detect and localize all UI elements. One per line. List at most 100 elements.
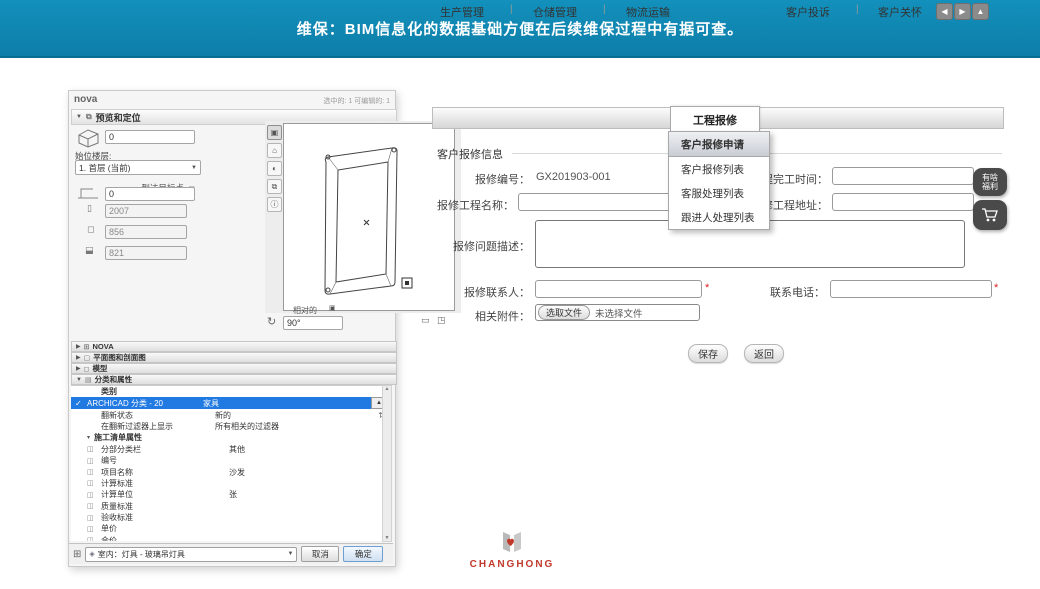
view-3d-icon[interactable]: ◐	[267, 161, 282, 176]
view-info-icon[interactable]: ⓘ	[267, 197, 282, 212]
preview-canvas[interactable]	[283, 123, 455, 311]
nova-icon: ⊞	[84, 343, 90, 351]
classification-name: ARCHICAD 分类 - 20	[87, 398, 203, 409]
view-2d-symbol-icon[interactable]: ▣	[267, 125, 282, 140]
property-row[interactable]: ◫ 编号	[71, 455, 391, 466]
offset-top-value: 0	[109, 132, 114, 142]
nav-back-icon[interactable]: ◀	[936, 3, 953, 20]
choose-file-label: 选取文件	[546, 306, 582, 319]
chevron-right-icon: ▶	[76, 354, 81, 361]
nav-forward-icon[interactable]: ▶	[954, 3, 971, 20]
finish-time-input[interactable]	[832, 167, 974, 185]
property-icon: ◫	[87, 479, 101, 487]
promo-badge[interactable]: 有啥 福利	[973, 168, 1007, 196]
property-row[interactable]: ◫ 验收标准	[71, 512, 391, 523]
layer-select[interactable]: ◈ 室内：灯具 - 玻璃吊灯具 ▼	[85, 547, 297, 562]
contact-input[interactable]	[535, 280, 702, 298]
property-label: 验收标准	[101, 512, 229, 523]
project-addr-input[interactable]	[832, 193, 974, 211]
property-value: 其他	[229, 444, 391, 455]
section-classification[interactable]: ▼ ▤ 分类和属性	[71, 374, 397, 385]
property-row[interactable]: ◫ 质量标准	[71, 501, 391, 512]
tab-separator: |	[510, 4, 513, 15]
phone-input[interactable]	[830, 280, 992, 298]
property-icon: ◫	[87, 468, 101, 476]
dim-depth-value: 821	[109, 248, 124, 258]
checkbox-checked-icon[interactable]: ✓	[75, 399, 87, 408]
tab-production[interactable]: 生产管理	[440, 4, 484, 20]
classification-group-row: 类别	[71, 386, 391, 397]
section-preview-label: 预览和定位	[96, 111, 141, 124]
tab-warehouse[interactable]: 仓储管理	[533, 4, 577, 20]
ok-label: 确定	[355, 548, 372, 560]
required-mark: *	[705, 282, 709, 294]
bim-window-title: nova	[74, 94, 97, 105]
preview-mode-strip: ▣ ⌂ ◐ ⧉ ⓘ	[267, 125, 281, 212]
section-plan-section[interactable]: ▶ ▢ 平面图和剖面图	[71, 352, 397, 363]
table-scrollbar[interactable]: ▲▼	[382, 385, 392, 542]
repair-no-value: GX201903-001	[536, 171, 611, 183]
menu-item-label: 客户报修列表	[681, 162, 744, 177]
required-mark: *	[994, 282, 998, 294]
file-status: 未选择文件	[595, 306, 643, 320]
dim-depth-input[interactable]: 821	[105, 246, 187, 260]
menu-item-service-list[interactable]: 客服处理列表	[669, 181, 769, 205]
cart-button[interactable]	[973, 200, 1007, 230]
view-front-icon[interactable]: ⌂	[267, 143, 282, 158]
banner-text: 维保：BIM信息化的数据基础方便在后续维保过程中有据可查。	[297, 18, 744, 39]
quick-options-icon[interactable]: ⊞	[73, 549, 81, 560]
section-title: 客户报修信息	[437, 146, 503, 162]
project-name-label: 报修工程名称：	[429, 197, 514, 213]
renovation-status-row[interactable]: 翻新状态 新的 ⇅	[71, 409, 391, 420]
choose-file-button[interactable]: 选取文件	[538, 305, 590, 320]
section-nova[interactable]: ▶ ⊞ NOVA	[71, 341, 397, 352]
property-group-label: 施工清单属性	[94, 432, 142, 443]
section-model[interactable]: ▶ ◻ 模型	[71, 363, 397, 374]
tab-repair-active[interactable]: 工程报修	[670, 106, 760, 132]
property-row[interactable]: ◫ 项目名称 沙发	[71, 466, 391, 477]
menu-item-label: 跟进人处理列表	[681, 210, 755, 225]
property-table: 类别 ✓ ARCHICAD 分类 - 20 家具 ▲ 翻新状态 新的 ⇅ 在翻新…	[71, 385, 391, 541]
mirror-icon[interactable]: ▭	[421, 315, 430, 326]
dim-width-input[interactable]: 856	[105, 225, 187, 239]
property-row[interactable]: ◫ 单价	[71, 523, 391, 534]
rotate-icon: ↻	[267, 315, 276, 328]
dim-width-value: 856	[109, 227, 124, 237]
attach-label: 相关附件：	[445, 308, 530, 324]
property-row[interactable]: ◫ 合价	[71, 535, 391, 541]
tab-separator: |	[856, 4, 859, 15]
menu-item-repair-list[interactable]: 客户报修列表	[669, 157, 769, 181]
dim-height-icon: ▯	[87, 203, 92, 214]
classification-selected-row[interactable]: ✓ ARCHICAD 分类 - 20 家具 ▲	[71, 397, 391, 409]
angle-flag-icon: ▣	[329, 304, 336, 312]
dim-height-input[interactable]: 2007	[105, 204, 187, 218]
renovation-filter-row[interactable]: 在翻新过滤器上显示 所有相关的过滤器	[71, 421, 391, 432]
offset-bottom-input[interactable]: 0	[105, 187, 195, 201]
menu-item-repair-apply[interactable]: 客户报修申请	[669, 132, 769, 157]
cancel-button[interactable]: 取消	[301, 546, 339, 562]
tab-logistics[interactable]: 物流运输	[626, 4, 670, 20]
tab-care[interactable]: 客户关怀	[878, 4, 922, 20]
tab-complaint[interactable]: 客户投诉	[786, 4, 830, 20]
angle-input[interactable]: 90°	[283, 316, 343, 330]
view-axono-icon[interactable]: ⧉	[267, 179, 282, 194]
property-label: 项目名称	[101, 467, 229, 478]
ok-button[interactable]: 确定	[343, 546, 383, 562]
property-row[interactable]: ◫ 分部分类栏 其他	[71, 444, 391, 455]
property-row[interactable]: ◫ 计算单位 张	[71, 489, 391, 500]
property-icon: ◫	[87, 491, 101, 499]
property-label: 质量标准	[101, 501, 229, 512]
property-row[interactable]: ◫ 计算标准	[71, 478, 391, 489]
offset-bottom-value: 0	[109, 189, 114, 199]
home-story-select[interactable]: 1. 首层 (当前) ▼	[75, 160, 201, 175]
offset-top-input[interactable]: 0	[105, 130, 195, 144]
repair-no-label: 报修编号：	[445, 171, 530, 187]
menu-item-follow-list[interactable]: 跟进人处理列表	[669, 205, 769, 229]
property-icon: ◫	[87, 445, 101, 453]
nav-up-icon[interactable]: ▲	[972, 3, 989, 20]
save-button[interactable]: 保存	[688, 344, 728, 363]
renovation-status-value: 新的	[215, 410, 378, 421]
renovation-filter-value: 所有相关的过滤器	[215, 421, 391, 432]
property-group-row[interactable]: ▾ 施工清单属性	[71, 432, 391, 443]
back-button[interactable]: 返回	[744, 344, 784, 363]
